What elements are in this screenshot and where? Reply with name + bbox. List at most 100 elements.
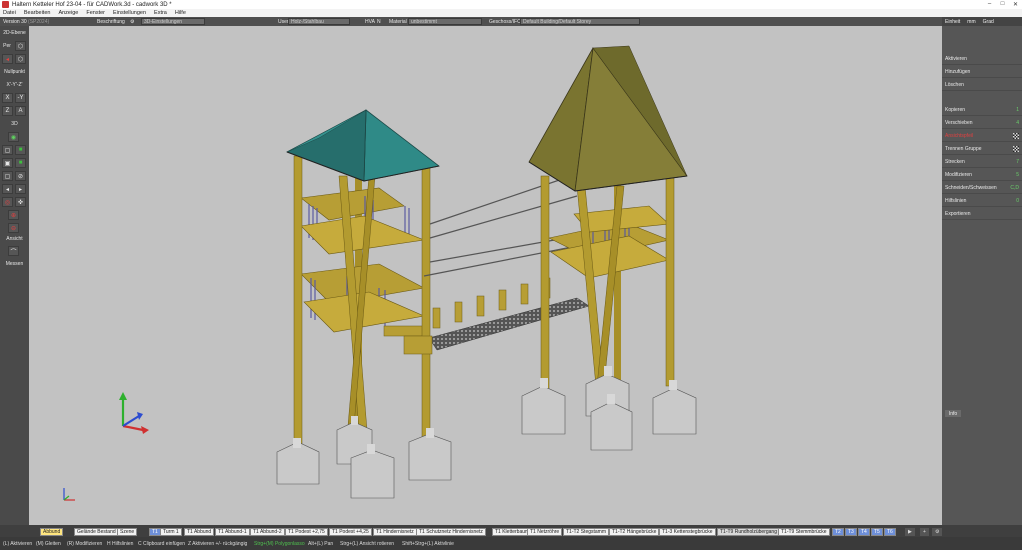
cube-iso-icon[interactable]: ⬡	[15, 54, 26, 64]
messen-button[interactable]: Messen	[1, 259, 28, 269]
schneiden-schweissen-button[interactable]: Schneiden/Schweissen C,D	[942, 182, 1022, 194]
material-select[interactable]: unbestimmt	[408, 18, 482, 25]
maximize-button[interactable]: □	[996, 1, 1009, 8]
menu-datei[interactable]: Datei	[3, 10, 16, 16]
menu-anzeige[interactable]: Anzeige	[58, 10, 78, 16]
einheit-label: Einheit	[945, 18, 961, 25]
hva-value[interactable]: N	[377, 18, 381, 25]
strecken-button[interactable]: Strecken 7	[942, 156, 1022, 168]
verschieben-button[interactable]: Verschieben 4	[942, 117, 1022, 129]
hilfslinien-button[interactable]: Hilfslinien 0	[942, 195, 1022, 207]
tab-settings-icon[interactable]: ⚙	[932, 528, 943, 536]
tab-t2[interactable]: T2	[832, 528, 844, 536]
tab-t4[interactable]: T4	[858, 528, 870, 536]
kopieren-button[interactable]: Kopieren 1	[942, 104, 1022, 116]
solid-cube-icon[interactable]: ▣	[2, 158, 13, 168]
menu-extra[interactable]: Extra	[154, 10, 167, 16]
tab-t1-t2-haengebruecke[interactable]: T1-T2 Hängebrücke	[609, 528, 660, 536]
green-cube-icon[interactable]: ■	[15, 145, 26, 155]
view-3d-button[interactable]: 3D	[1, 119, 28, 129]
hva-label: HVA	[365, 18, 375, 25]
tab-t1-schutznetz[interactable]: T1 Schutznetz Hindernisnetz	[416, 528, 486, 536]
tab-t1-abbund-1[interactable]: T1 Abbund-1	[215, 528, 250, 536]
add-tab-icon[interactable]: +	[920, 528, 929, 536]
step-back-icon[interactable]: ◂	[2, 184, 13, 194]
nullpunkt-button[interactable]: Nullpunkt	[1, 67, 28, 77]
info-tab[interactable]: Info	[945, 410, 961, 417]
green-eye-icon[interactable]: ◉	[8, 132, 19, 142]
step-forward-icon[interactable]: ▸	[15, 184, 26, 194]
tab-t6[interactable]: T6	[884, 528, 896, 536]
tab-t1-t2-stegstamm[interactable]: T1-T2 Stegstamm	[563, 528, 610, 536]
tab-t1-podest-275[interactable]: T1 Podest +2,75	[285, 528, 328, 536]
einstellungen-select[interactable]: 3D-Einstellungen	[141, 18, 205, 25]
aktivieren-button[interactable]: Aktivieren	[942, 53, 1022, 65]
xyz-button[interactable]: X'-Y'-Z'	[1, 80, 28, 90]
tab-t1-hindernisnetz[interactable]: T1 Hindernisnetz	[373, 528, 417, 536]
pointer-icon[interactable]: ✜	[15, 197, 26, 207]
checker-icon	[1013, 133, 1019, 139]
tab-t1-netzroehre[interactable]: T1 Netzröhre	[527, 528, 563, 536]
a-axis-button[interactable]: A	[15, 106, 26, 116]
unit-grad[interactable]: Grad	[983, 19, 994, 25]
z-axis-button[interactable]: Z	[2, 106, 13, 116]
target-icon[interactable]: ◎	[2, 197, 13, 207]
minus-y-axis-button[interactable]: -Y	[15, 93, 26, 103]
red-view-icon[interactable]: ◂	[2, 54, 13, 64]
tab-t3[interactable]: T3	[845, 528, 857, 536]
menu-hilfe[interactable]: Hilfe	[175, 10, 186, 16]
zoom-out-icon[interactable]: ⊖	[8, 223, 19, 233]
menu-bar: Datei Bearbeiten Anzeige Fenster Einstel…	[0, 9, 1022, 17]
unit-mm[interactable]: mm	[967, 19, 975, 25]
tab-t1-3-kettenstegbruecke[interactable]: T1-3 Kettenstegbrücke	[659, 528, 716, 536]
box-outline-icon[interactable]: ▢	[2, 171, 13, 181]
window-title: Haltern Ketteler Hof 23-04 - für CADWork…	[12, 1, 172, 8]
tab-t1-t9-stemmbruecke[interactable]: T1-T9 Stemmbrücke	[778, 528, 830, 536]
modifizieren-button[interactable]: Modifizieren 5	[942, 169, 1022, 181]
zoom-icon[interactable]: ⊕	[8, 210, 19, 220]
tab-t1-t9-rundholzuebergang[interactable]: T1-T9 Rundholzübergang	[717, 528, 780, 536]
exportieren-button[interactable]: Exportieren	[942, 208, 1022, 220]
left-tower-front-post	[293, 155, 303, 447]
top-toolbar: Version 30 (SP2024) Beschriftung ⚙ 3D-Ei…	[0, 17, 1022, 26]
menu-fenster[interactable]: Fenster	[86, 10, 105, 16]
hinzufuegen-button[interactable]: Hinzufügen	[942, 66, 1022, 78]
beschriftung-label[interactable]: Beschriftung	[97, 18, 125, 25]
minimize-button[interactable]: –	[983, 1, 996, 8]
loeschen-button[interactable]: Löschen	[942, 79, 1022, 91]
tab-scroll-right-icon[interactable]: ▶	[905, 528, 915, 536]
bridge-rope-lower-2	[423, 245, 578, 277]
perspective-button[interactable]: Per	[1, 41, 13, 51]
tab-szene[interactable]: Szene	[117, 528, 138, 536]
3d-viewport[interactable]	[29, 26, 942, 525]
link-icon[interactable]: ⊘	[15, 171, 26, 181]
arc-icon[interactable]: ⌒	[8, 246, 19, 256]
green-cube-solid-icon[interactable]: ■	[15, 158, 26, 168]
menu-einstellungen[interactable]: Einstellungen	[113, 10, 146, 16]
beschriftung-icon[interactable]: ⚙	[130, 18, 134, 25]
status-hint: H Hilfslinien	[107, 541, 134, 547]
tab-t1-abbund[interactable]: T1 Abbund	[184, 528, 215, 536]
user-select[interactable]: Holz-/Stahlbau	[288, 18, 350, 25]
tab-t5[interactable]: T5	[871, 528, 883, 536]
trennen-gruppe-button[interactable]: Trennen Gruppe	[942, 143, 1022, 155]
ansichtspfeil-button[interactable]: Ansichtspfeil	[942, 130, 1022, 142]
ebene-2d-button[interactable]: 2D-Ebene	[1, 28, 28, 38]
status-hint: (L) Aktivieren	[3, 541, 33, 547]
model-render	[63, 45, 697, 501]
tab-t1-abbund-2[interactable]: T1 Abbund-2	[250, 528, 285, 536]
cube-view-icon[interactable]: ⬡	[15, 41, 26, 51]
x-axis-button[interactable]: X	[2, 93, 13, 103]
material-label: Material	[389, 18, 407, 25]
tab-t1-podest-425[interactable]: T1 Podest +4,25	[329, 528, 372, 536]
geschoss-select[interactable]: Default Building/Default Storey	[520, 18, 640, 25]
right-tower-front-post	[540, 175, 550, 397]
tab-abbund[interactable]: Abbund	[40, 528, 64, 536]
ansicht-button[interactable]: Ansicht	[1, 234, 28, 244]
tab-gelaende-bestand[interactable]: Gelände Bestand	[74, 528, 119, 536]
close-button[interactable]: ✕	[1009, 1, 1022, 8]
menu-bearbeiten[interactable]: Bearbeiten	[24, 10, 51, 16]
tab-turm-1[interactable]: Turm 1	[160, 528, 182, 536]
wire-cube-icon[interactable]: ▢	[2, 145, 13, 155]
cadwork-app-icon	[2, 1, 9, 8]
